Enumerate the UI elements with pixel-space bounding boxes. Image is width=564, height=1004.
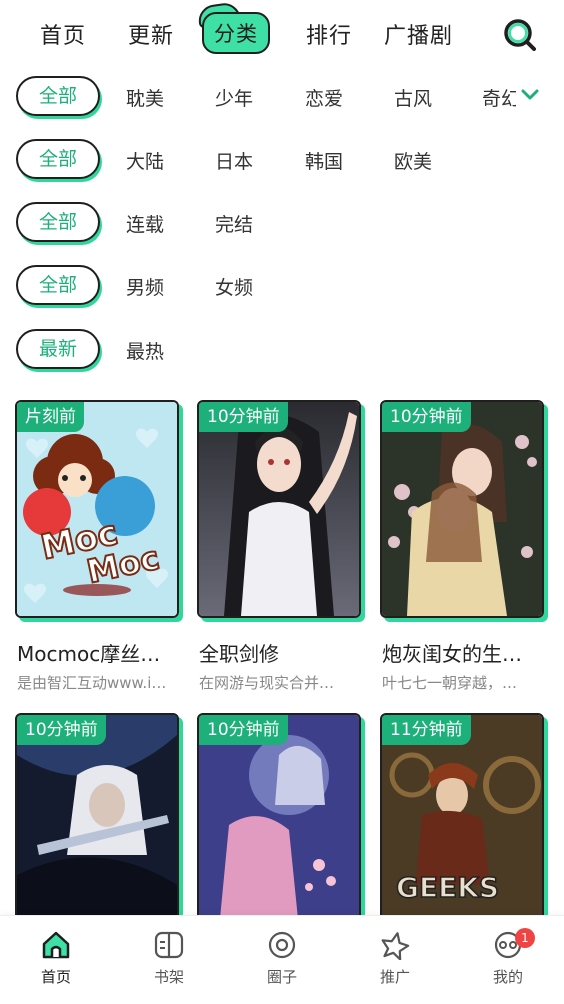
filter-row-status: 全部 连载 完结 [0, 200, 564, 246]
home-icon [42, 931, 70, 959]
filter-genre-option[interactable]: 少年 [215, 84, 253, 111]
filter-audience-selected[interactable]: 全部 [16, 265, 100, 305]
update-time-badge: 10分钟前 [199, 715, 288, 745]
filter-genre-selected[interactable]: 全部 [16, 76, 100, 116]
filter-region-option[interactable]: 欧美 [394, 147, 432, 174]
bottom-nav: 首页 书架 圈子 推广 1 我的 [0, 915, 564, 1004]
filter-audience-option[interactable]: 男频 [126, 273, 164, 300]
filter-row-genre: 全部 耽美 少年 恋爱 古风 奇幻 [0, 74, 564, 120]
comic-description: 在网游与现实合并… [199, 674, 335, 692]
comic-card[interactable]: 10分钟前 [197, 713, 363, 931]
filter-status-selected[interactable]: 全部 [16, 202, 100, 242]
filter-status-option[interactable]: 完结 [215, 210, 253, 237]
filter-sort-option[interactable]: 最热 [126, 337, 164, 364]
filter-region-option[interactable]: 大陆 [126, 147, 164, 174]
comic-card[interactable]: 10分钟前 炮灰闺女的生… 叶七七一朝穿越，… [380, 400, 546, 700]
comic-title: Mocmoc摩丝… [17, 642, 161, 666]
bottom-nav-bookshelf[interactable]: 书架 [129, 930, 209, 987]
filter-sort-selected[interactable]: 最新 [16, 329, 100, 369]
filter-genre-option[interactable]: 耽美 [126, 84, 164, 111]
bottom-nav-home[interactable]: 首页 [16, 930, 96, 987]
filter-row-region: 全部 大陆 日本 韩国 欧美 [0, 137, 564, 183]
tab-update[interactable]: 更新 [128, 18, 174, 50]
filter-region-selected[interactable]: 全部 [16, 139, 100, 179]
promote-icon [381, 932, 410, 960]
comic-title: 全职剑修 [199, 642, 279, 666]
filter-audience-option[interactable]: 女频 [215, 273, 253, 300]
bottom-nav-circle[interactable]: 圈子 [242, 930, 322, 987]
comic-title: 炮灰闺女的生… [382, 642, 522, 666]
bookshelf-icon [154, 931, 184, 959]
notification-badge: 1 [515, 928, 535, 948]
search-icon[interactable] [502, 17, 536, 51]
bottom-nav-label: 圈子 [266, 968, 297, 986]
bottom-nav-label: 书架 [153, 968, 184, 986]
bottom-nav-promote[interactable]: 推广 [355, 930, 435, 987]
filter-genre-option[interactable]: 古风 [394, 84, 432, 111]
update-time-badge: 10分钟前 [199, 402, 288, 432]
svg-text:GEEKS: GEEKS [396, 871, 499, 904]
tab-category[interactable]: 分类 [202, 12, 270, 54]
comic-cover-image: 10分钟前 [197, 713, 361, 931]
comic-description: 是由智汇互动www.i… [17, 674, 167, 692]
update-time-badge: 11分钟前 [382, 715, 471, 745]
tab-ranking[interactable]: 排行 [306, 18, 352, 50]
circle-community-icon [268, 931, 296, 959]
bottom-nav-mine[interactable]: 1 我的 [468, 928, 548, 987]
bottom-nav-label: 我的 [492, 968, 523, 986]
update-time-badge: 10分钟前 [382, 402, 471, 432]
tab-home[interactable]: 首页 [40, 18, 86, 50]
comic-description: 叶七七一朝穿越，… [382, 674, 518, 692]
comic-cover-image: Moc Moc 片刻前 [15, 400, 179, 618]
tab-radio-drama[interactable]: 广播剧 [384, 18, 453, 50]
comic-cover-image: 10分钟前 [380, 400, 544, 618]
update-time-badge: 片刻前 [17, 402, 84, 432]
filter-status-option[interactable]: 连载 [126, 210, 164, 237]
top-nav: 首页 更新 分类 排行 广播剧 [0, 0, 564, 70]
filter-row-sort: 最新 最热 [0, 327, 564, 373]
bottom-nav-label: 推广 [379, 968, 410, 986]
filter-region-option[interactable]: 韩国 [305, 147, 343, 174]
filter-region-option[interactable]: 日本 [215, 147, 253, 174]
filter-row-audience: 全部 男频 女频 [0, 263, 564, 309]
comic-cover-image: GEEKS 11分钟前 [380, 713, 544, 931]
chevron-down-icon[interactable] [520, 88, 540, 102]
comic-cover-image: 10分钟前 [15, 713, 179, 931]
update-time-badge: 10分钟前 [17, 715, 106, 745]
comic-cover-image: 10分钟前 [197, 400, 361, 618]
filter-genre-option[interactable]: 奇幻 [482, 84, 516, 111]
comic-card[interactable]: 10分钟前 [15, 713, 181, 931]
comic-card[interactable]: Moc Moc 片刻前 Mocmoc摩丝… 是由智汇互动www.i… [15, 400, 181, 700]
filter-genre-option[interactable]: 恋爱 [305, 84, 343, 111]
bottom-nav-label: 首页 [40, 968, 71, 986]
comic-card[interactable]: GEEKS 11分钟前 [380, 713, 546, 931]
comic-card[interactable]: 10分钟前 全职剑修 在网游与现实合并… [197, 400, 363, 700]
